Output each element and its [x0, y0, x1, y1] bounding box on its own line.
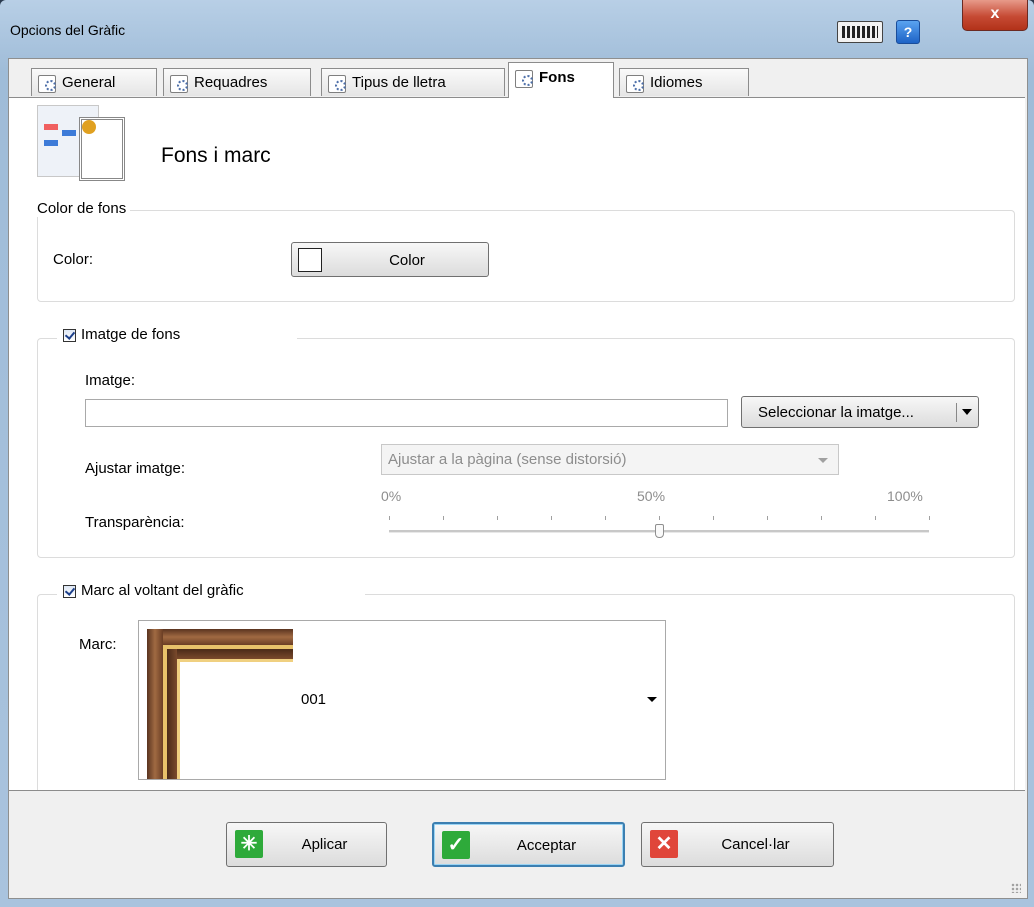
chevron-down-icon — [818, 458, 828, 463]
color-label: Color: — [53, 251, 94, 268]
tab-general[interactable]: General — [31, 68, 157, 96]
color-button-label: Color — [389, 252, 425, 269]
background-frame-icon — [37, 105, 127, 183]
color-button[interactable]: Color — [291, 242, 489, 277]
frame-legend-label: Marc al voltant del gràfic — [81, 582, 244, 599]
chevron-down-icon[interactable] — [647, 697, 657, 702]
settings-icon — [515, 70, 533, 88]
background-image-label: Imatge de fons — [81, 326, 181, 343]
background-color-group — [37, 210, 1015, 302]
apply-button[interactable]: ✳ Aplicar — [226, 822, 387, 867]
frame-preview — [147, 629, 293, 779]
slider-tick — [875, 516, 876, 520]
dialog-window: Opcions del Gràfic ? x General Requadres… — [0, 0, 1034, 907]
image-path-input[interactable] — [85, 399, 728, 427]
accept-label: Acceptar — [516, 837, 577, 854]
slider-tick — [659, 516, 660, 520]
settings-icon — [38, 75, 56, 93]
frame-legend: Marc al voltant del gràfic — [57, 580, 365, 604]
slider-tick — [497, 516, 498, 520]
tick-label-50: 50% — [637, 488, 666, 504]
slider-tick — [605, 516, 606, 520]
apply-icon: ✳ — [235, 830, 263, 858]
tab-strip: General Requadres Tipus de lletra Fons I… — [9, 59, 1027, 98]
tab-requadres[interactable]: Requadres — [163, 68, 311, 96]
slider-tick — [443, 516, 444, 520]
help-button[interactable]: ? — [896, 20, 920, 44]
accept-button[interactable]: ✓ Acceptar — [432, 822, 625, 867]
cancel-label: Cancel·lar — [721, 836, 790, 853]
transparency-slider-thumb[interactable] — [655, 524, 664, 538]
background-color-legend: Color de fons — [33, 200, 131, 217]
tab-label: Tipus de lletra — [352, 74, 446, 91]
tab-label: General — [62, 74, 116, 91]
keyboard-icon[interactable] — [837, 21, 883, 43]
select-image-button[interactable]: Seleccionar la imatge... — [741, 396, 979, 428]
frame-label: Marc: — [79, 636, 117, 653]
title-bar[interactable]: Opcions del Gràfic ? x — [0, 0, 1034, 58]
slider-tick — [929, 516, 930, 520]
tab-tipus-de-lletra[interactable]: Tipus de lletra — [321, 68, 505, 96]
fit-image-value: Ajustar a la pàgina (sense distorsió) — [388, 451, 627, 468]
slider-tick — [713, 516, 714, 520]
transparency-label: Transparència: — [85, 514, 185, 531]
tab-label: Fons — [539, 69, 575, 86]
fit-image-select[interactable]: Ajustar a la pàgina (sense distorsió) — [381, 444, 839, 475]
tick-label-0: 0% — [381, 488, 402, 504]
slider-tick — [767, 516, 768, 520]
tab-panel-fons: Fons i marc Color de fons Color: Color I… — [9, 97, 1025, 791]
slider-tick — [821, 516, 822, 520]
settings-icon — [328, 75, 346, 93]
window-title: Opcions del Gràfic — [10, 22, 126, 38]
background-image-checkbox[interactable] — [63, 329, 76, 342]
split-separator — [956, 403, 957, 422]
frame-select[interactable]: 001 — [138, 620, 666, 780]
close-icon: ✕ — [650, 830, 678, 858]
slider-tick — [389, 516, 390, 520]
frame-checkbox[interactable] — [63, 585, 76, 598]
apply-label: Aplicar — [301, 836, 348, 853]
chevron-down-icon[interactable] — [962, 409, 972, 415]
checkmark-icon: ✓ — [442, 831, 470, 859]
select-image-label: Seleccionar la imatge... — [758, 404, 914, 421]
resize-grip[interactable] — [1011, 883, 1021, 893]
settings-icon — [626, 75, 644, 93]
tab-fons[interactable]: Fons — [508, 62, 614, 98]
tick-label-100: 100% — [887, 488, 923, 504]
settings-icon — [170, 75, 188, 93]
dialog-footer: ✳ Aplicar ✓ Acceptar ✕ Cancel·lar — [9, 791, 1025, 897]
fit-image-label: Ajustar imatge: — [85, 460, 186, 477]
close-button[interactable]: x — [962, 0, 1028, 31]
cancel-button[interactable]: ✕ Cancel·lar — [641, 822, 834, 867]
tab-label: Requadres — [194, 74, 268, 91]
background-image-legend: Imatge de fons — [57, 324, 297, 348]
dialog-client: General Requadres Tipus de lletra Fons I… — [8, 58, 1028, 899]
image-label: Imatge: — [85, 372, 136, 389]
slider-tick — [551, 516, 552, 520]
tab-label: Idiomes — [650, 74, 703, 91]
tab-idiomes[interactable]: Idiomes — [619, 68, 749, 96]
page-title: Fons i marc — [161, 144, 271, 167]
frame-value: 001 — [301, 691, 327, 708]
